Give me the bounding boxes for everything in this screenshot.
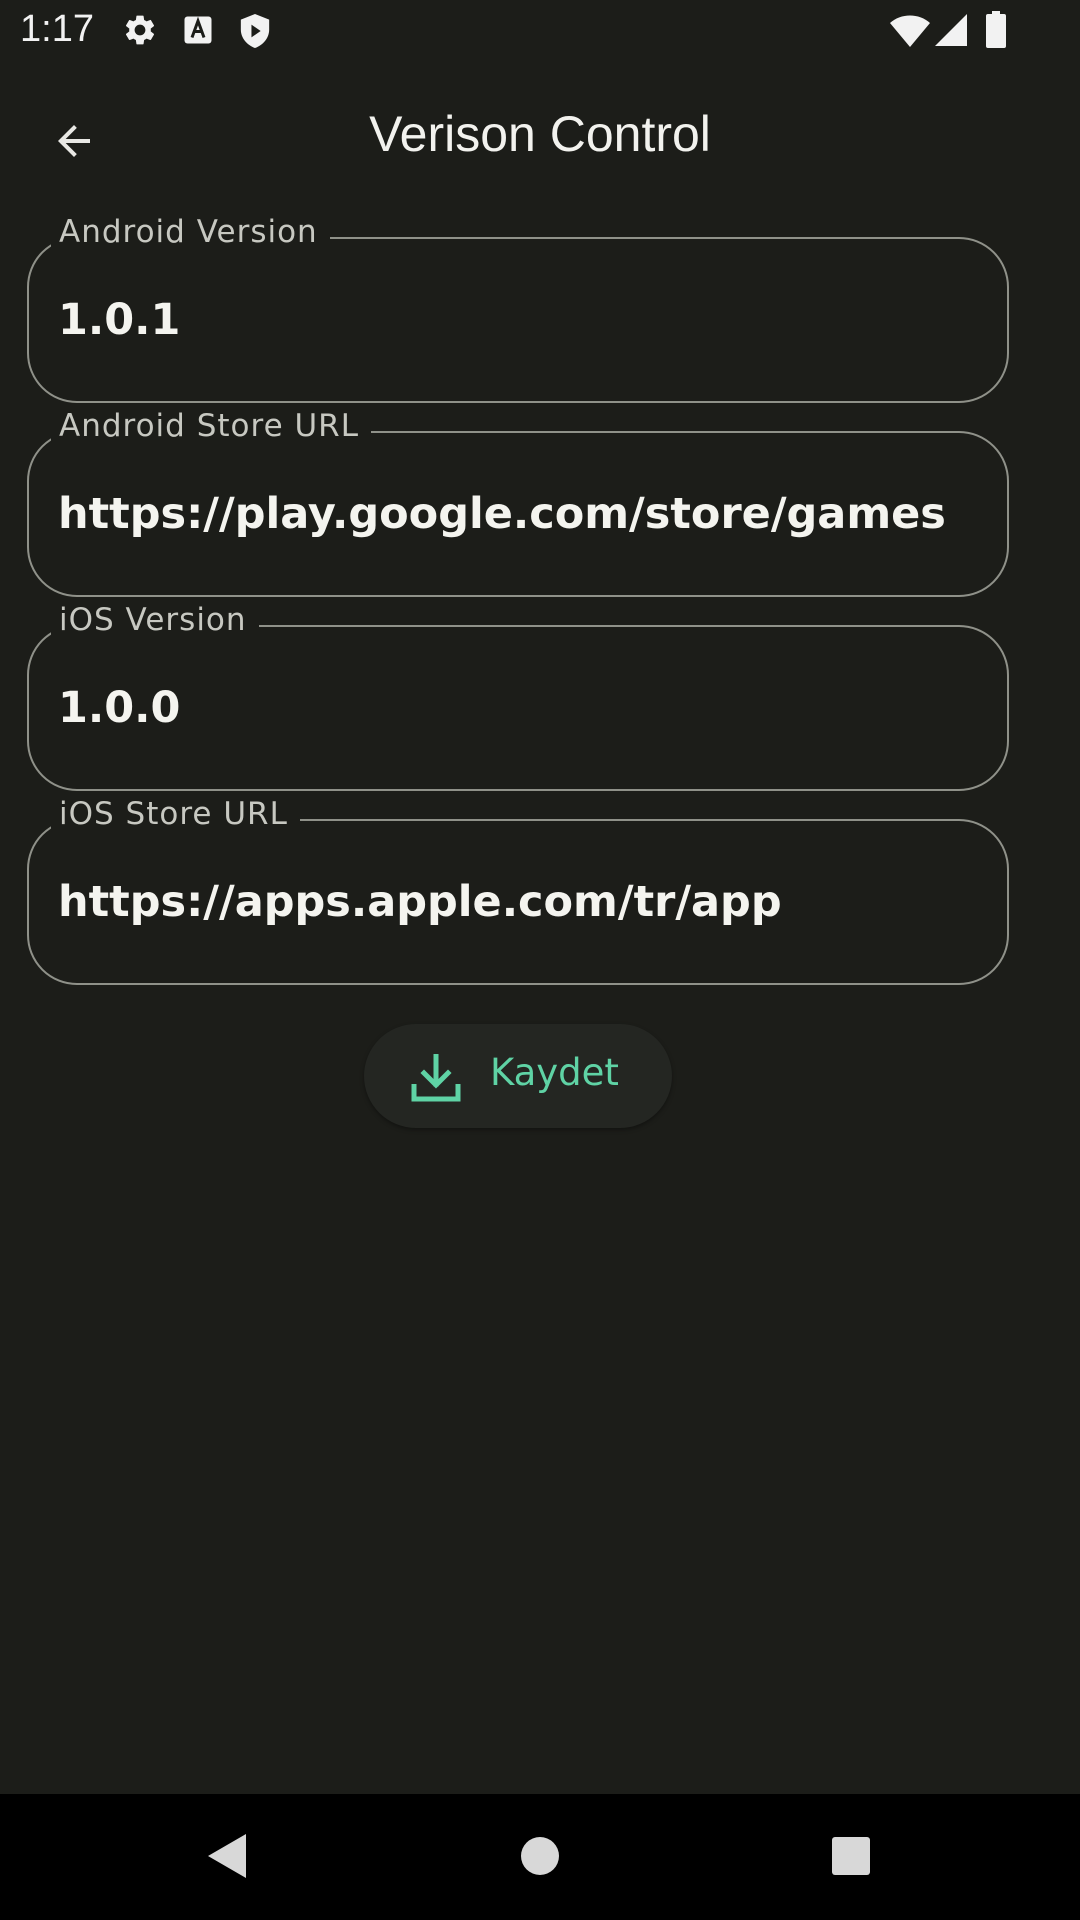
nav-back-button[interactable] [187,1818,267,1898]
nav-home-button[interactable] [500,1818,580,1898]
shield-play-icon [238,12,272,54]
android-version-input[interactable]: 1.0.1 [58,295,978,345]
app-bar: Verison Control [0,63,1080,211]
back-triangle-icon [206,1833,248,1883]
android-store-url-field[interactable]: Android Store URL https://play.google.co… [27,408,1009,597]
ios-store-url-input[interactable]: https://apps.apple.com/tr/app [58,877,978,927]
save-button-label: Kaydet [490,1051,619,1094]
android-store-url-input[interactable]: https://play.google.com/store/games [58,489,978,539]
system-nav-bar [0,1794,1080,1920]
home-circle-icon [520,1836,560,1880]
field-label: iOS Version [51,602,259,638]
field-label: Android Store URL [51,408,371,444]
ios-version-field[interactable]: iOS Version 1.0.0 [27,602,1009,791]
status-time: 1:17 [20,8,94,50]
wifi-icon [889,14,931,52]
status-bar: 1:17 [0,0,1080,63]
ios-store-url-field[interactable]: iOS Store URL https://apps.apple.com/tr/… [27,796,1009,985]
ios-version-input[interactable]: 1.0.0 [58,683,978,733]
nav-recents-button[interactable] [811,1818,891,1898]
field-label: iOS Store URL [51,796,300,832]
cell-signal-icon [934,13,968,51]
download-icon [410,1053,462,1106]
battery-icon [985,11,1007,53]
field-label: Android Version [51,214,330,250]
recents-square-icon [831,1836,871,1880]
gear-icon [122,12,158,52]
save-button[interactable]: Kaydet [364,1024,672,1128]
page-title: Verison Control [369,106,711,162]
font-download-icon [183,12,213,52]
android-version-field[interactable]: Android Version 1.0.1 [27,214,1009,403]
